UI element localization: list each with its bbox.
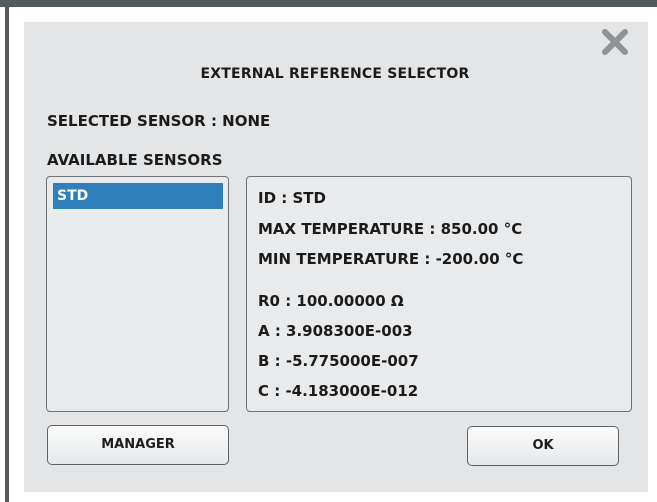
coefficient-c: C : -4.183000E-012 [258, 382, 419, 400]
ok-button[interactable]: OK [467, 426, 619, 466]
dialog-title: EXTERNAL REFERENCE SELECTOR [200, 66, 470, 82]
selected-sensor-status: SELECTED SENSOR : NONE [47, 112, 271, 130]
coefficient-r0: R0 : 100.00000 Ω [258, 292, 404, 310]
manager-button[interactable]: MANAGER [47, 425, 229, 465]
min-temperature: MIN TEMPERATURE : -200.00 °C [258, 250, 524, 268]
sensor-details-panel: ID : STD MAX TEMPERATURE : 850.00 °C MIN… [246, 176, 632, 412]
max-temperature: MAX TEMPERATURE : 850.00 °C [258, 220, 523, 238]
window-frame-top [0, 0, 657, 7]
sensor-item-std[interactable]: STD [53, 183, 223, 209]
coefficient-a: A : 3.908300E-003 [258, 322, 413, 340]
available-sensors-label: AVAILABLE SENSORS [47, 151, 223, 169]
close-icon[interactable] [600, 28, 630, 56]
sensor-id: ID : STD [258, 189, 326, 207]
coefficient-b: B : -5.775000E-007 [258, 352, 419, 370]
sensor-list[interactable]: STD [46, 176, 229, 412]
